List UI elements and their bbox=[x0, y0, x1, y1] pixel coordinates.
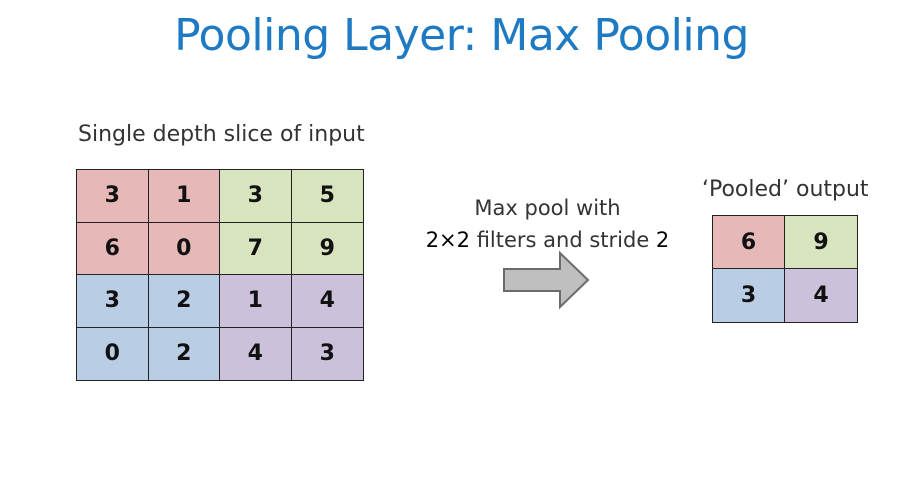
input-cell-r1-c2: 1 bbox=[148, 170, 220, 223]
input-cell-r3-c3: 1 bbox=[220, 275, 292, 328]
input-cell-r2-c3: 7 bbox=[220, 222, 292, 275]
operation-line-2-middle: filters and stride bbox=[470, 228, 656, 252]
input-cell-r1-c4: 5 bbox=[291, 170, 363, 223]
stride-value: 2 bbox=[655, 228, 670, 252]
input-cell-r2-c4: 9 bbox=[291, 222, 363, 275]
right-arrow-icon bbox=[503, 250, 590, 310]
page-title: Pooling Layer: Max Pooling bbox=[174, 10, 749, 61]
operation-line-1: Max pool with bbox=[474, 196, 621, 220]
output-cell-r2-c2: 4 bbox=[785, 269, 857, 322]
input-matrix: 3135607932140243 bbox=[76, 169, 364, 381]
input-cell-r3-c4: 4 bbox=[291, 275, 363, 328]
input-cell-r2-c1: 6 bbox=[77, 222, 149, 275]
output-cell-r1-c2: 9 bbox=[785, 216, 857, 269]
output-cell-r1-c1: 6 bbox=[713, 216, 785, 269]
input-cell-r4-c4: 3 bbox=[291, 327, 363, 380]
filter-size: 2×2 bbox=[425, 228, 471, 252]
input-cell-r4-c1: 0 bbox=[77, 327, 149, 380]
output-caption: ‘Pooled’ output bbox=[702, 177, 869, 202]
input-caption: Single depth slice of input bbox=[78, 122, 365, 147]
input-cell-r2-c2: 0 bbox=[148, 222, 220, 275]
output-cell-r2-c1: 3 bbox=[713, 269, 785, 322]
input-cell-r1-c3: 3 bbox=[220, 170, 292, 223]
output-matrix: 6934 bbox=[712, 215, 858, 323]
input-cell-r4-c2: 2 bbox=[148, 327, 220, 380]
input-cell-r3-c1: 3 bbox=[77, 275, 149, 328]
input-cell-r1-c1: 3 bbox=[77, 170, 149, 223]
operation-caption: Max pool with 2×2 filters and stride 2 bbox=[410, 192, 685, 256]
input-cell-r4-c3: 4 bbox=[220, 327, 292, 380]
input-cell-r3-c2: 2 bbox=[148, 275, 220, 328]
